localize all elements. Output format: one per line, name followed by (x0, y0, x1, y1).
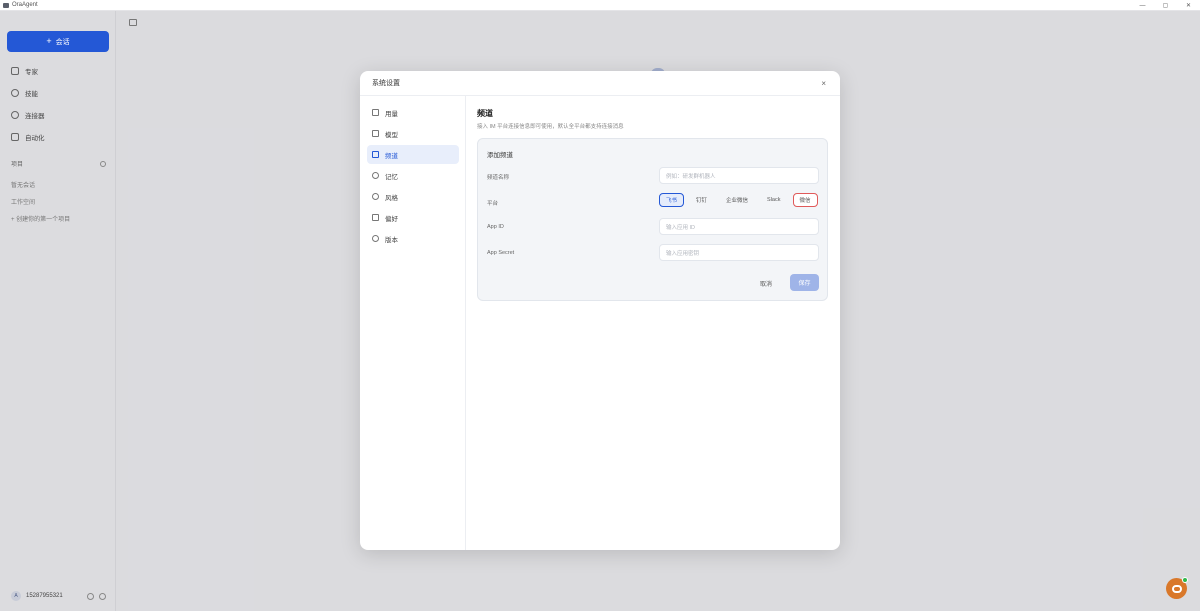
sidebar-item-label: 连接器 (25, 113, 45, 120)
section-description: 接入 IM 平台连接信息即可使用，默认全平台都支持连接消息 (477, 124, 624, 130)
form-title: 添加频道 (487, 152, 513, 159)
app-title-group: OraAgent (0, 2, 38, 8)
tab-preferences[interactable]: 偏好 (367, 208, 459, 227)
close-icon[interactable]: × (821, 79, 826, 88)
projects-section-header: 项目 (11, 159, 106, 168)
tab-label: 用量 (385, 110, 398, 118)
list-item[interactable]: 暂无会话 (11, 176, 106, 193)
list-icon (372, 214, 379, 221)
info-icon (372, 235, 379, 242)
heart-icon (372, 193, 379, 200)
new-chat-label: 会话 (55, 38, 70, 46)
projects-section-title: 项目 (11, 162, 24, 168)
platform-option-wechat[interactable]: 微信 (792, 193, 818, 207)
tab-usage[interactable]: 用量 (367, 103, 459, 122)
tab-style[interactable]: 风格 (367, 187, 459, 206)
platform-option-slack[interactable]: Slack (760, 193, 787, 207)
list-item[interactable]: + 创建你的第一个项目 (11, 210, 106, 227)
tab-memory[interactable]: 记忆 (367, 166, 459, 185)
sidebar-item-experts[interactable]: 专家 (11, 60, 106, 82)
save-button[interactable]: 保存 (790, 274, 819, 291)
platform-option-wecom[interactable]: 企业微信 (719, 193, 755, 207)
settings-dialog: 系统设置 × 用量 模型 频道 记忆 风格 偏好 版本 频道 接入 IM 平台连… (360, 71, 840, 550)
minimize-button[interactable]: — (1131, 0, 1154, 11)
user-profile-row[interactable]: A 15287955321 (11, 591, 106, 601)
channel-name-label: 频道名称 (487, 175, 510, 181)
theme-toggle-icon[interactable] (87, 592, 94, 600)
puzzle-icon (11, 89, 19, 97)
online-status-dot (1182, 577, 1188, 583)
section-title: 频道 (477, 109, 493, 118)
channel-settings: 频道 接入 IM 平台连接信息即可使用，默认全平台都支持连接消息 添加频道 频道… (477, 108, 829, 301)
list-item[interactable]: 工作空间 (11, 193, 106, 210)
dialog-body: 用量 模型 频道 记忆 风格 偏好 版本 频道 接入 IM 平台连接信息即可使用… (360, 96, 840, 550)
search-icon[interactable] (100, 160, 106, 167)
platform-option-dingtalk[interactable]: 钉钉 (689, 193, 714, 207)
platform-selector: 飞书 钉钉 企业微信 Slack 微信 (659, 193, 818, 207)
tab-label: 记忆 (385, 173, 398, 181)
sidebar-item-label: 技能 (25, 91, 38, 98)
window-titlebar: OraAgent — ▢ ✕ (0, 0, 1200, 11)
sliders-icon (372, 130, 379, 137)
tab-label: 频道 (385, 152, 398, 160)
sidebar-item-automation[interactable]: 自动化 (11, 126, 106, 148)
window-controls: — ▢ ✕ (1131, 0, 1200, 11)
tab-version[interactable]: 版本 (367, 229, 459, 248)
add-channel-form: 添加频道 频道名称 例如：研发群机器人 平台 飞书 钉钉 企业微信 Slack … (477, 138, 828, 301)
link-icon (11, 111, 19, 119)
sidebar: + 会话 专家 技能 连接器 自动化 项目 暂无会话 工作空间 + 创建你的第一… (0, 11, 116, 611)
bar-chart-icon (372, 109, 379, 116)
avatar: A (11, 591, 21, 601)
channel-icon (372, 151, 379, 158)
tab-model[interactable]: 模型 (367, 124, 459, 143)
user-name: 15287955321 (26, 593, 63, 599)
calendar-icon (11, 133, 19, 141)
maximize-button[interactable]: ▢ (1154, 0, 1177, 11)
tab-label: 风格 (385, 194, 398, 202)
channel-name-input[interactable]: 例如：研发群机器人 (659, 167, 819, 184)
sidebar-item-label: 专家 (25, 69, 38, 76)
cancel-button[interactable]: 取消 (760, 275, 772, 291)
app-secret-label: App Secret (487, 250, 515, 256)
app-logo-icon (3, 2, 9, 8)
tab-label: 模型 (385, 131, 398, 139)
app-id-input[interactable]: 输入应用 ID (659, 218, 819, 235)
sidebar-item-connectors[interactable]: 连接器 (11, 104, 106, 126)
app-id-label: App ID (487, 224, 504, 230)
plus-icon: + (46, 36, 52, 46)
tab-label: 版本 (385, 236, 398, 244)
dialog-title: 系统设置 (372, 80, 400, 87)
platform-label: 平台 (487, 201, 499, 207)
app-title: OraAgent (12, 2, 38, 8)
chat-bubble-icon (1171, 584, 1182, 593)
tab-label: 偏好 (385, 215, 398, 223)
sidebar-item-label: 自动化 (25, 135, 45, 142)
dialog-header: 系统设置 × (360, 71, 840, 96)
platform-option-feishu[interactable]: 飞书 (659, 193, 685, 207)
sidebar-item-skills[interactable]: 技能 (11, 82, 106, 104)
new-chat-button[interactable]: + 会话 (7, 31, 109, 52)
settings-icon[interactable] (99, 592, 106, 600)
close-window-button[interactable]: ✕ (1177, 0, 1200, 11)
settings-nav: 用量 模型 频道 记忆 风格 偏好 版本 (360, 96, 466, 550)
sidebar-nav: 专家 技能 连接器 自动化 (11, 60, 106, 148)
memory-icon (372, 172, 379, 179)
layers-icon (11, 67, 19, 75)
projects-list: 暂无会话 工作空间 + 创建你的第一个项目 (11, 176, 106, 227)
tab-channel[interactable]: 频道 (367, 145, 459, 164)
app-secret-input[interactable]: 输入应用密钥 (659, 244, 819, 261)
